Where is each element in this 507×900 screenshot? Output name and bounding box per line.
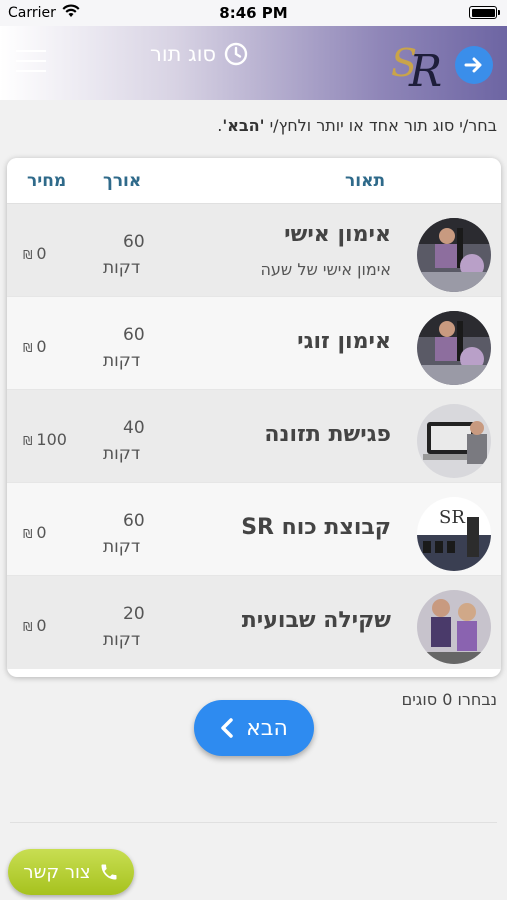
- sr-logo: S R: [391, 41, 442, 92]
- page-title: סוג תור: [150, 42, 217, 66]
- table-header: תאור אורך מחיר: [7, 158, 501, 204]
- instruction-bold: 'הבא': [222, 116, 265, 135]
- service-duration: 60: [123, 232, 145, 252]
- service-thumbnail: [417, 218, 491, 292]
- service-price: ₪ 0: [23, 523, 47, 542]
- service-duration-unit: דקות: [103, 351, 141, 371]
- page-title-wrap: סוג תור: [150, 40, 248, 68]
- contact-button[interactable]: צור קשר: [8, 849, 134, 895]
- next-button-label: הבא: [246, 715, 288, 741]
- table-row[interactable]: אימון אישי אימון אישי של שעה 60 דקות ₪ 0: [7, 204, 501, 297]
- header-price: מחיר: [27, 171, 67, 191]
- service-price: ₪ 0: [23, 244, 47, 263]
- clock-time: 8:46 PM: [219, 4, 288, 22]
- divider: [10, 822, 497, 823]
- service-subtitle: אימון אישי של שעה: [260, 260, 391, 279]
- service-thumbnail: [417, 404, 491, 478]
- service-duration-unit: דקות: [103, 444, 141, 464]
- service-price: ₪ 0: [23, 616, 47, 635]
- service-duration-unit: דקות: [103, 258, 141, 278]
- service-name: שקילה שבועית: [241, 608, 391, 633]
- arrow-right-icon: [464, 57, 482, 73]
- table-row[interactable]: שקילה שבועית 20 דקות ₪ 0: [7, 576, 501, 669]
- table-row[interactable]: אימון זוגי 60 דקות ₪ 0: [7, 297, 501, 390]
- table-row[interactable]: פגישת תזונה 40 דקות ₪ 100: [7, 390, 501, 483]
- service-thumbnail: [417, 311, 491, 385]
- header-length: אורך: [103, 171, 142, 191]
- service-duration: 60: [123, 325, 145, 345]
- service-name: קבוצת כוח SR: [241, 515, 391, 540]
- appointment-types-card: תאור אורך מחיר אימון אישי אימון אישי של …: [7, 158, 501, 677]
- table-row[interactable]: SR קבוצת כוח SR 60 דקות ₪ 0: [7, 483, 501, 576]
- service-duration: 40: [123, 418, 145, 438]
- chevron-left-icon: [221, 718, 233, 738]
- service-name: אימון אישי: [284, 222, 391, 247]
- clock-icon: [224, 42, 248, 66]
- top-navbar: סוג תור S R: [0, 26, 507, 100]
- service-duration: 20: [123, 604, 145, 624]
- phone-icon: [101, 864, 117, 880]
- service-duration-unit: דקות: [103, 630, 141, 650]
- service-price: ₪ 0: [23, 337, 47, 356]
- selected-count: נבחרו 0 סוגים: [401, 690, 497, 709]
- service-duration-unit: דקות: [103, 537, 141, 557]
- menu-icon[interactable]: [16, 50, 46, 74]
- service-thumbnail: [417, 590, 491, 664]
- forward-arrow-button[interactable]: [455, 46, 493, 84]
- service-name: אימון זוגי: [297, 329, 391, 354]
- battery-icon: [469, 6, 500, 19]
- status-bar: Carrier 8:46 PM: [0, 0, 507, 26]
- service-duration: 60: [123, 511, 145, 531]
- next-button[interactable]: הבא: [194, 700, 314, 756]
- contact-button-label: צור קשר: [23, 861, 91, 883]
- instruction-text: בחר/י סוג תור אחד או יותר ולחץ/י 'הבא'.: [217, 116, 497, 135]
- svg-text:SR: SR: [439, 507, 465, 528]
- svg-text:R: R: [408, 46, 442, 92]
- service-name: פגישת תזונה: [264, 422, 391, 447]
- service-price: ₪ 100: [23, 430, 67, 449]
- header-description: תאור: [345, 171, 386, 191]
- service-thumbnail: SR: [417, 497, 491, 571]
